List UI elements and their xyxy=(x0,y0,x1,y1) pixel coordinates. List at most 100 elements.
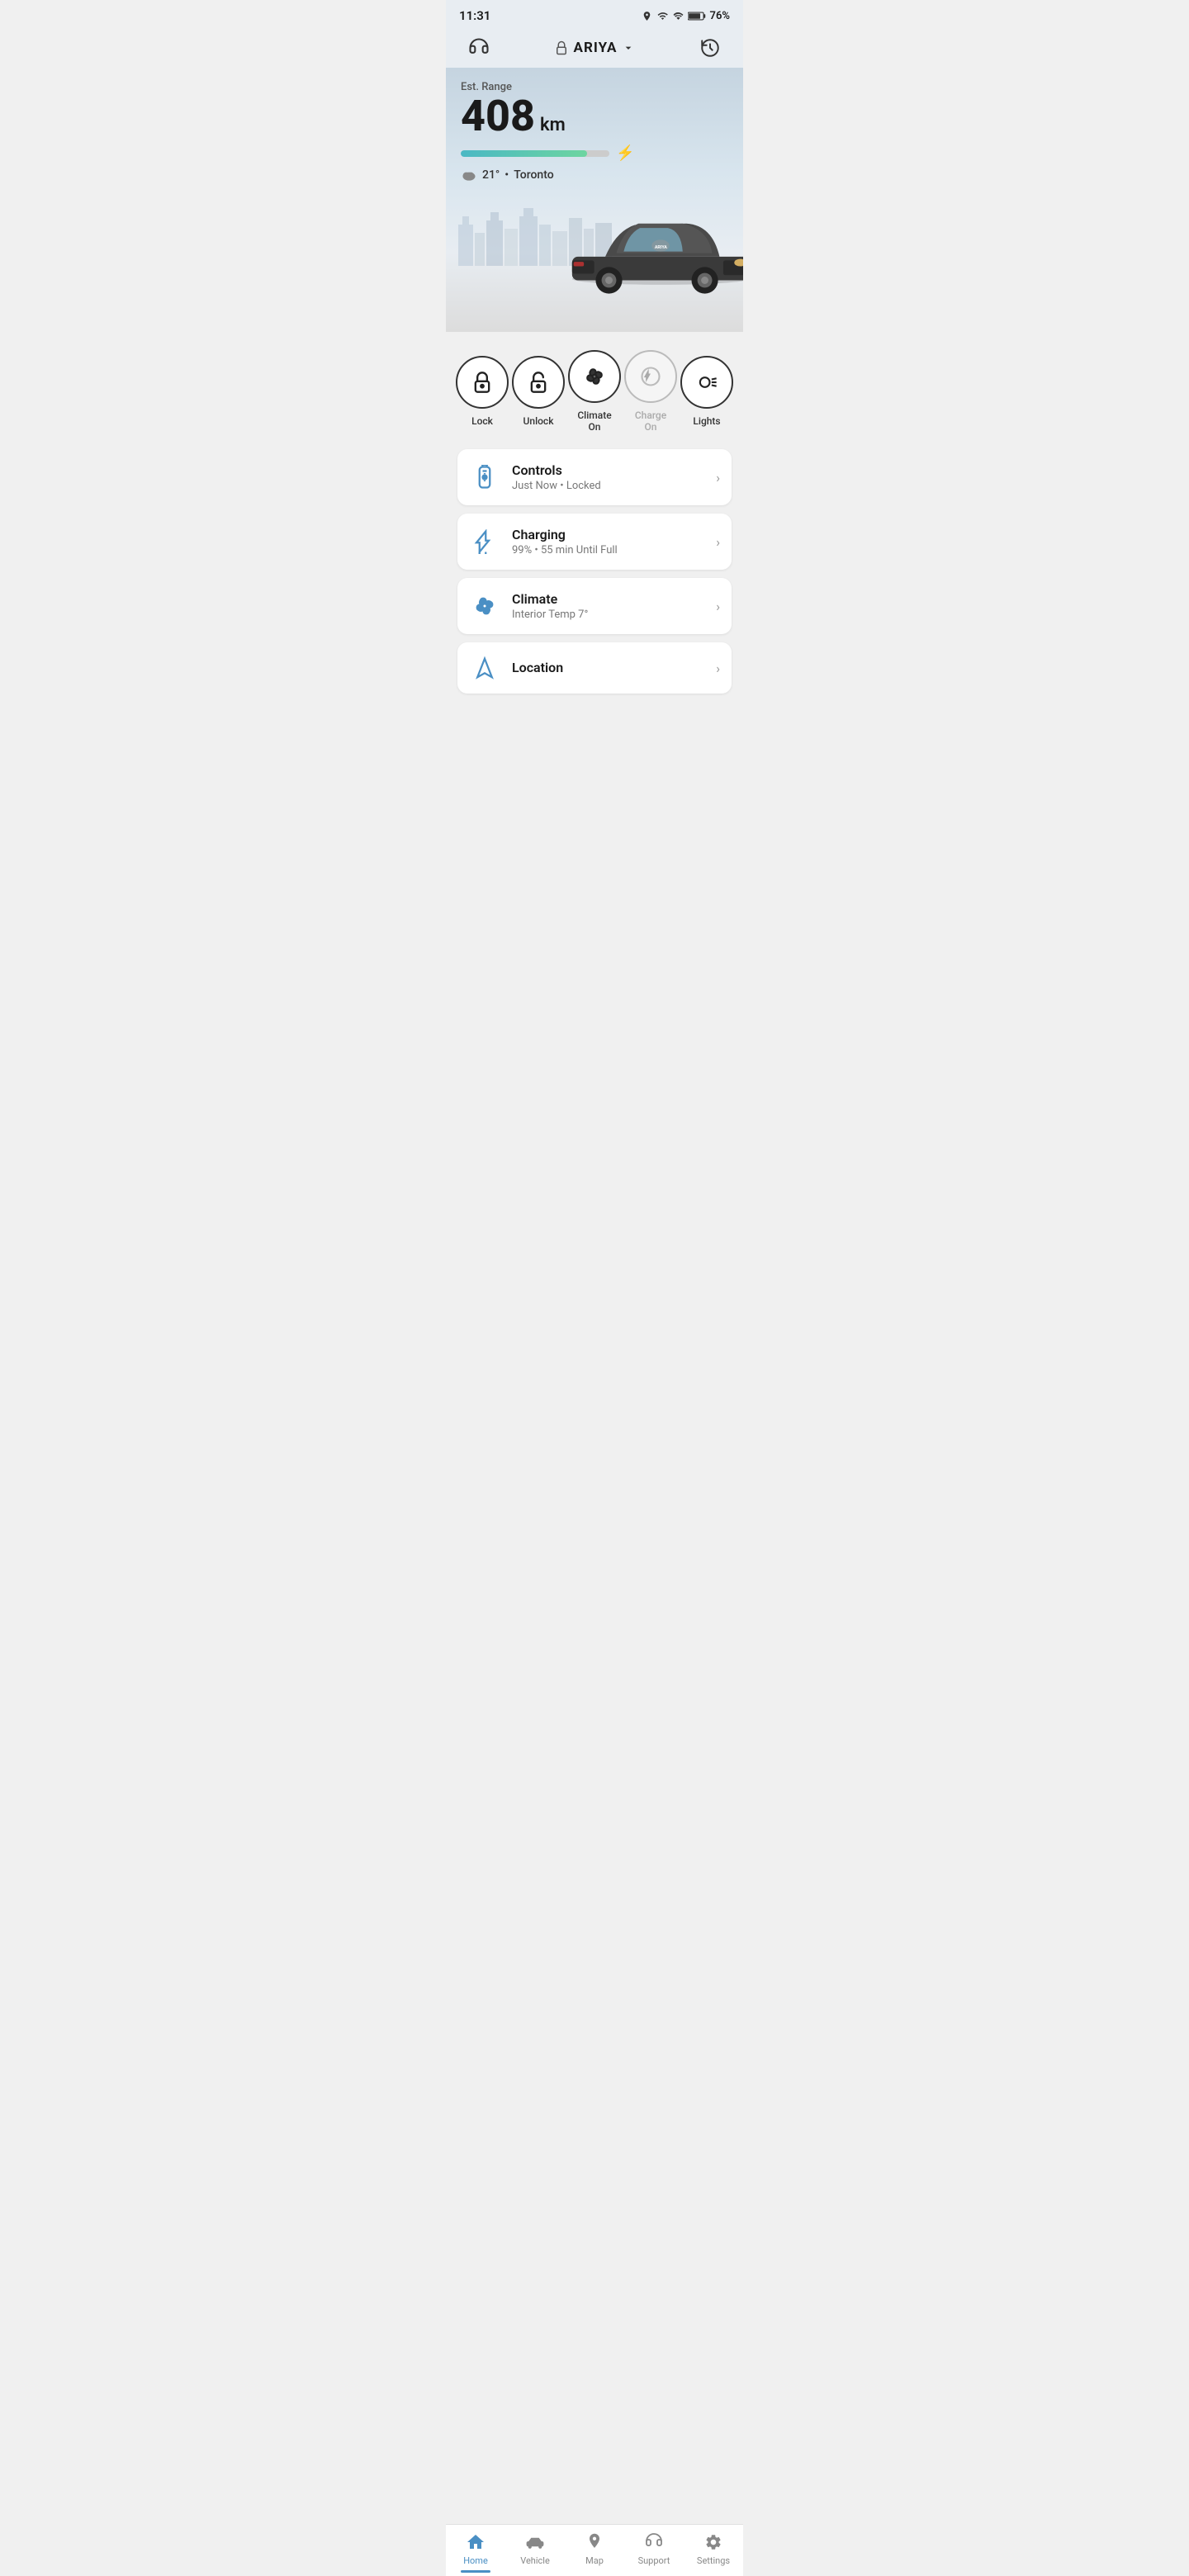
home-nav-underline xyxy=(461,2570,490,2573)
unlock-control[interactable]: Unlock xyxy=(512,356,565,427)
climate-control[interactable]: ClimateOn xyxy=(568,350,621,433)
map-pin-icon xyxy=(585,2532,604,2552)
nav-map[interactable]: Map xyxy=(570,2531,619,2566)
headphones-nav-icon xyxy=(644,2533,664,2551)
header: ARIYA xyxy=(446,28,743,68)
climate-card[interactable]: Climate Interior Temp 7° › xyxy=(457,578,732,634)
remote-icon xyxy=(472,465,497,490)
charge-control-icon xyxy=(639,365,662,388)
nav-support[interactable]: Support xyxy=(629,2531,679,2566)
home-nav-icon xyxy=(465,2531,486,2553)
lock-label: Lock xyxy=(471,415,493,427)
location-status-icon xyxy=(642,11,652,21)
city: Toronto xyxy=(514,168,553,182)
charging-card-subtitle: 99% • 55 min Until Full xyxy=(512,544,704,556)
controls-card-icon xyxy=(469,465,500,490)
car-nav-icon xyxy=(524,2534,546,2550)
climate-card-icon xyxy=(469,594,500,618)
range-bar-fill xyxy=(461,150,587,157)
menu-cards: Controls Just Now • Locked › Charging 99… xyxy=(446,444,743,760)
location-card-arrow: › xyxy=(716,661,720,676)
lights-control[interactable]: Lights xyxy=(680,356,733,427)
status-bar: 11:31 76% xyxy=(446,0,743,28)
support-nav-icon xyxy=(643,2531,665,2553)
hero-section: Est. Range 408 km ⚡ 21° • Toronto xyxy=(446,68,743,332)
charging-card[interactable]: Charging 99% • 55 min Until Full › xyxy=(457,514,732,570)
status-time: 11:31 xyxy=(459,8,490,23)
controls-card-arrow: › xyxy=(716,470,720,485)
vehicle-name: ARIYA xyxy=(574,40,618,56)
chevron-down-icon xyxy=(622,41,635,54)
status-icons: 76% xyxy=(642,10,730,22)
lights-circle xyxy=(680,356,733,409)
climate-circle xyxy=(568,350,621,403)
charge-control[interactable]: ChargeOn xyxy=(624,350,677,433)
location-card-title: Location xyxy=(512,660,704,675)
range-bar xyxy=(461,150,609,157)
signal-icon xyxy=(673,11,684,21)
house-icon xyxy=(466,2532,486,2552)
climate-card-subtitle: Interior Temp 7° xyxy=(512,608,704,621)
headphones-icon xyxy=(467,36,490,59)
wifi-icon xyxy=(656,11,669,21)
gear-icon xyxy=(704,2533,722,2551)
location-card-content: Location xyxy=(512,660,704,677)
temperature: 21° xyxy=(482,168,500,182)
charge-circle xyxy=(624,350,677,403)
climate-card-arrow: › xyxy=(716,599,720,614)
location-card-icon xyxy=(469,656,500,680)
weather-info: 21° • Toronto xyxy=(461,168,728,182)
range-bar-container: ⚡ xyxy=(461,144,728,162)
lights-label: Lights xyxy=(693,415,720,427)
controls-card-content: Controls Just Now • Locked xyxy=(512,462,704,492)
controls-card-subtitle: Just Now • Locked xyxy=(512,480,704,492)
lock-control[interactable]: Lock xyxy=(456,356,509,427)
charging-card-title: Charging xyxy=(512,527,704,542)
nav-home[interactable]: Home xyxy=(451,2531,500,2573)
settings-nav-label: Settings xyxy=(697,2555,730,2566)
map-nav-icon xyxy=(584,2531,605,2553)
support-nav-label: Support xyxy=(638,2555,670,2566)
vehicle-nav-icon xyxy=(524,2531,546,2553)
controls-card-title: Controls xyxy=(512,462,704,478)
fan-control-icon xyxy=(583,365,606,388)
battery-percent: 76% xyxy=(710,10,730,22)
charging-card-arrow: › xyxy=(716,534,720,550)
controls-card[interactable]: Controls Just Now • Locked › xyxy=(457,449,732,505)
nav-settings[interactable]: Settings xyxy=(689,2531,738,2566)
bottom-nav: Home Vehicle Map xyxy=(446,2524,743,2576)
car-image: ARIYA xyxy=(557,200,743,315)
climate-on-label: ClimateOn xyxy=(577,410,611,433)
climate-card-title: Climate xyxy=(512,591,704,607)
map-nav-label: Map xyxy=(585,2555,604,2566)
support-button[interactable] xyxy=(461,36,497,59)
nav-vehicle[interactable]: Vehicle xyxy=(510,2531,560,2566)
unlock-circle xyxy=(512,356,565,409)
climate-card-content: Climate Interior Temp 7° xyxy=(512,591,704,621)
svg-text:ARIYA: ARIYA xyxy=(655,245,667,250)
home-nav-label: Home xyxy=(463,2555,488,2566)
unlock-label: Unlock xyxy=(523,415,554,427)
climate-fan-icon xyxy=(472,594,497,618)
lights-control-icon xyxy=(695,371,718,394)
charge-on-label: ChargeOn xyxy=(635,410,666,433)
settings-nav-icon xyxy=(703,2531,724,2553)
range-value: 408 xyxy=(461,95,535,138)
location-card[interactable]: Location › xyxy=(457,642,732,694)
charging-icon xyxy=(472,529,497,554)
controls-row: Lock Unlock ClimateOn xyxy=(446,332,743,444)
lock-control-icon xyxy=(471,371,494,394)
charging-card-icon xyxy=(469,529,500,554)
history-icon xyxy=(699,37,721,59)
battery-icon xyxy=(688,11,706,21)
charging-card-content: Charging 99% • 55 min Until Full xyxy=(512,527,704,556)
history-button[interactable] xyxy=(692,37,728,59)
location-nav-icon xyxy=(472,656,497,680)
vehicle-nav-label: Vehicle xyxy=(520,2555,550,2566)
cloud-icon xyxy=(461,168,477,182)
unlock-control-icon xyxy=(527,371,550,394)
charge-bolt-icon: ⚡ xyxy=(616,144,634,162)
separator: • xyxy=(504,168,509,182)
vehicle-selector[interactable]: ARIYA xyxy=(554,40,636,56)
lock-icon xyxy=(554,40,569,55)
